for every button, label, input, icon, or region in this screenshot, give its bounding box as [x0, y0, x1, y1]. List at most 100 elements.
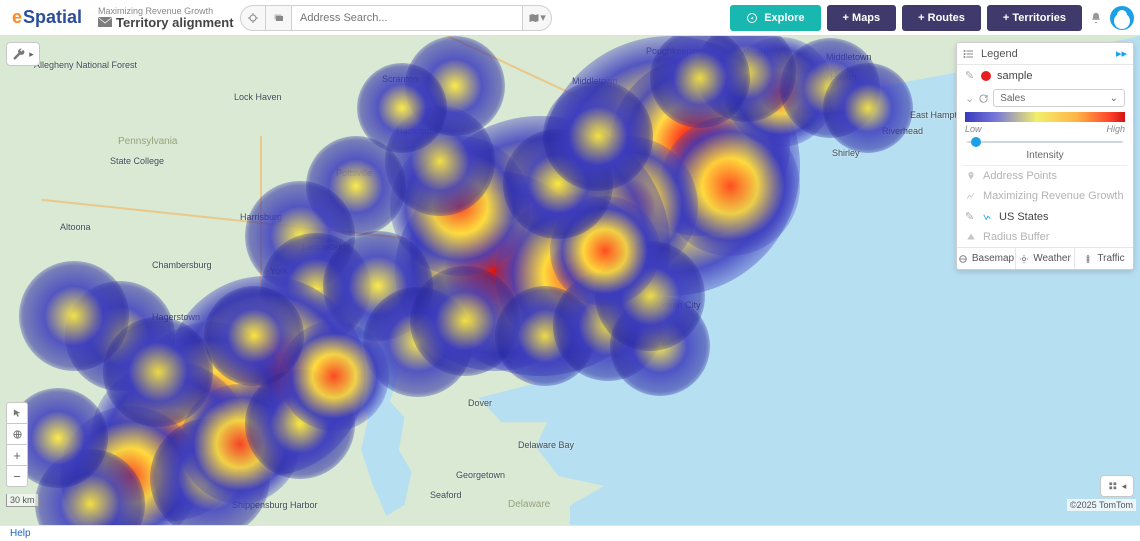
layer-label: Radius Buffer	[983, 231, 1049, 243]
buffer-icon	[965, 232, 977, 242]
intensity-label: Intensity	[957, 150, 1133, 165]
compass-icon	[746, 12, 758, 24]
heat-cluster	[550, 196, 660, 306]
heat-cluster	[650, 36, 750, 128]
address-search: ▾	[240, 5, 552, 31]
legend-footer: Basemap Weather Traffic	[957, 247, 1133, 269]
heat-cluster	[245, 369, 355, 479]
tools-button[interactable]: ▸	[6, 42, 40, 66]
layer-maximizing[interactable]: Maximizing Revenue Growth	[957, 186, 1133, 206]
help-link[interactable]: Help	[10, 528, 31, 539]
locate-button[interactable]	[240, 5, 266, 31]
cursor-icon	[12, 408, 23, 419]
heat-cluster	[65, 281, 175, 391]
new-territory-button[interactable]: + Territories	[987, 5, 1082, 31]
map-tool-stack: + −	[6, 403, 28, 487]
app-footer: Help	[0, 525, 1140, 541]
scale-bar: 30 km	[6, 494, 39, 507]
list-icon	[963, 48, 975, 60]
explore-button[interactable]: Explore	[730, 5, 820, 31]
sample-label: sample	[997, 70, 1032, 82]
heat-cluster	[60, 406, 200, 525]
layer-us-states[interactable]: ✎ US States	[957, 206, 1133, 227]
heat-cluster	[390, 136, 530, 276]
pencil-icon[interactable]: ✎	[965, 210, 975, 223]
new-route-button[interactable]: + Routes	[902, 5, 981, 31]
weather-button[interactable]: Weather	[1015, 248, 1074, 269]
select-tool[interactable]	[6, 402, 28, 424]
layers-button[interactable]	[266, 5, 292, 31]
heat-cluster	[385, 106, 495, 216]
brand-rest: Spatial	[23, 7, 82, 28]
globe-icon	[12, 429, 23, 440]
high-label: High	[1106, 124, 1125, 134]
title-block: Maximizing Revenue Growth Territory alig…	[94, 7, 234, 29]
brand-e: e	[12, 7, 22, 28]
heat-cluster	[103, 317, 213, 427]
heat-cluster	[35, 449, 145, 525]
low-label: Low	[965, 124, 982, 134]
heat-cluster	[150, 418, 270, 525]
layer-label: Address Points	[983, 170, 1057, 182]
metric-select[interactable]: Sales ⌄	[993, 89, 1125, 107]
heat-cluster	[166, 276, 366, 476]
heat-cluster	[595, 241, 705, 351]
pencil-icon[interactable]: ✎	[965, 69, 975, 82]
legend-item-sample[interactable]: ✎ sample	[957, 65, 1133, 86]
new-map-button[interactable]: + Maps	[827, 5, 897, 31]
heat-cluster	[19, 261, 129, 371]
layer-address-points[interactable]: Address Points	[957, 166, 1133, 186]
zoom-out-button[interactable]: −	[6, 465, 28, 487]
basemap-button[interactable]: Basemap	[957, 248, 1015, 269]
zoom-in-button[interactable]: +	[6, 444, 28, 466]
layer-label: US States	[999, 211, 1049, 223]
user-avatar[interactable]	[1110, 6, 1134, 30]
workspace-title-row[interactable]: Territory alignment	[98, 16, 234, 29]
heat-cluster	[610, 56, 790, 236]
heat-cluster	[558, 136, 698, 276]
heat-cluster	[410, 116, 670, 376]
heat-cluster	[553, 271, 663, 381]
legend-collapse[interactable]: ▸▸	[1116, 47, 1127, 60]
envelope-icon	[98, 17, 112, 27]
sample-swatch	[981, 71, 991, 81]
heat-cluster	[780, 38, 880, 138]
workspace-title: Territory alignment	[116, 16, 234, 29]
traffic-button[interactable]: Traffic	[1074, 248, 1133, 269]
grid-toggle-button[interactable]: ◂	[1100, 475, 1134, 497]
slider-thumb[interactable]	[971, 137, 981, 147]
metric-row: ⌄ Sales ⌄	[957, 86, 1133, 110]
app-header: eSpatial Maximizing Revenue Growth Terri…	[0, 0, 1140, 36]
wrench-icon	[12, 47, 26, 61]
map-attribution: ©2025 TomTom	[1067, 499, 1136, 511]
bell-icon	[1089, 11, 1103, 25]
traffic-icon	[1083, 254, 1093, 264]
layer-label: Maximizing Revenue Growth	[983, 190, 1124, 202]
legend-panel: Legend ▸▸ ✎ sample ⌄ Sales ⌄ Low High In…	[956, 42, 1134, 270]
heat-cluster	[245, 181, 355, 291]
map-canvas[interactable]: PennsylvaniaNew JerseyDelawareConnecticu…	[0, 36, 1140, 525]
chart-icon	[965, 191, 977, 201]
intensity-slider[interactable]	[957, 134, 1133, 150]
heat-cluster	[90, 361, 250, 521]
address-input[interactable]	[292, 5, 522, 31]
heat-cluster	[696, 36, 796, 122]
chevron-down-icon[interactable]: ⌄	[965, 92, 974, 105]
gradient-labels: Low High	[957, 124, 1133, 134]
globe-tool[interactable]	[6, 423, 28, 445]
map-toggle-button[interactable]: ▾	[522, 5, 552, 31]
heat-cluster	[204, 286, 304, 386]
notifications-button[interactable]	[1088, 10, 1104, 26]
refresh-icon[interactable]	[978, 93, 989, 104]
heat-cluster	[823, 63, 913, 153]
heat-cluster	[540, 36, 800, 296]
heat-cluster	[323, 231, 433, 341]
explore-label: Explore	[764, 12, 804, 24]
brand-logo: eSpatial	[6, 7, 88, 28]
heat-cluster	[660, 116, 800, 256]
layer-radius-buffer[interactable]: Radius Buffer	[957, 227, 1133, 247]
heat-cluster	[180, 384, 300, 504]
heat-cluster	[543, 81, 653, 191]
heat-cluster	[725, 37, 835, 147]
heat-cluster	[410, 266, 520, 376]
